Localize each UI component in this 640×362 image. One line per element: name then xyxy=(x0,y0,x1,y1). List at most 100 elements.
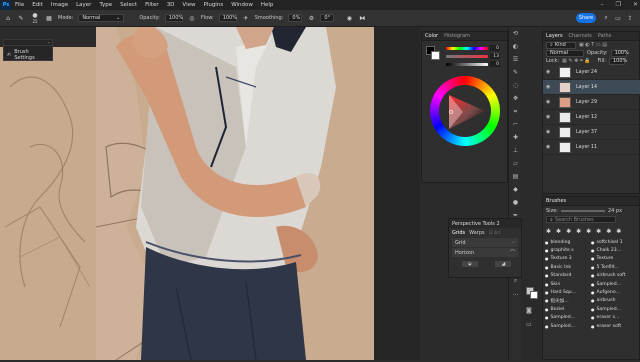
visibility-eye-icon[interactable]: ◉ xyxy=(543,99,551,105)
brush-search-input[interactable]: ⌕ Search Brushes xyxy=(546,216,616,223)
menu-layer[interactable]: Layer xyxy=(72,2,95,8)
brush-preset-item[interactable]: ● 指尖加... xyxy=(545,297,589,305)
visibility-eye-icon[interactable]: ◉ xyxy=(543,144,551,150)
recent-brush-2[interactable]: ✱ xyxy=(556,228,561,235)
pressure-opacity-icon[interactable]: ◎ xyxy=(188,14,196,22)
share-button[interactable]: Share xyxy=(576,13,596,23)
recent-brush-7[interactable]: ✱ xyxy=(606,228,611,235)
menu-filter[interactable]: Filter xyxy=(141,2,163,8)
pressure-size-icon[interactable]: ◉ xyxy=(345,14,353,22)
recent-brush-8[interactable]: ✱ xyxy=(616,228,621,235)
background-swatch[interactable] xyxy=(530,291,538,299)
color-slider-value[interactable]: 13 xyxy=(490,53,500,59)
layer-row[interactable]: ◉ Layer 11 xyxy=(543,140,640,155)
color-slider[interactable] xyxy=(446,62,488,66)
gradient-icon[interactable]: ▤ xyxy=(509,170,522,183)
layer-opacity-field[interactable]: 100% xyxy=(610,49,629,57)
menu-file[interactable]: File xyxy=(11,2,28,8)
grid-row[interactable]: Grid ◦ xyxy=(452,238,518,247)
brush-preset-item[interactable]: ● Sampled... xyxy=(545,314,589,322)
gear-icon[interactable]: ⚙ xyxy=(307,14,315,22)
blur-icon[interactable]: ◆ xyxy=(509,183,522,196)
menu-edit[interactable]: Edit xyxy=(28,2,47,8)
brush-preset-item[interactable]: ● Sampled... xyxy=(591,305,635,313)
stamp-icon[interactable]: ⊥ xyxy=(509,144,522,157)
tab-warps[interactable]: Warps xyxy=(469,230,485,236)
brush-preset-item[interactable]: ● Beziel xyxy=(545,305,589,313)
brush-preset-picker[interactable]: ● 25 xyxy=(30,12,40,24)
tab-channels[interactable]: Channels xyxy=(569,33,592,39)
brush-preset-item[interactable]: ● Skin xyxy=(545,280,589,288)
menu-type[interactable]: Type xyxy=(95,2,116,8)
recent-brush-3[interactable]: ✱ xyxy=(566,228,571,235)
recent-brush-4[interactable]: ✱ xyxy=(576,228,581,235)
screen-mode-icon[interactable]: ▭ xyxy=(526,321,532,328)
menu-window[interactable]: Window xyxy=(227,2,257,8)
brush-preset-item[interactable]: ● Aufgeno... xyxy=(591,288,635,296)
tab-histogram[interactable]: Histogram xyxy=(444,33,470,39)
tab-paths[interactable]: Paths xyxy=(598,33,612,39)
tab-color[interactable]: Color xyxy=(425,33,438,39)
brush-preset-item[interactable]: ● graphite s xyxy=(545,246,589,254)
size-slider[interactable] xyxy=(560,209,605,212)
brush-preset-item[interactable]: ● Sampled... xyxy=(545,322,589,330)
blend-mode-dropdown[interactable]: Normal xyxy=(546,49,584,57)
brush-preset-item[interactable]: ● eraser soft xyxy=(591,322,635,330)
dodge-icon[interactable]: ● xyxy=(509,196,522,209)
menu-plugins[interactable]: Plugins xyxy=(199,2,227,8)
layer-row[interactable]: ◉ Layer 37 xyxy=(543,125,640,140)
tab-layers[interactable]: Layers xyxy=(546,33,563,39)
color-slider[interactable] xyxy=(446,46,488,50)
minimize-button[interactable]: – xyxy=(601,1,604,8)
close-button[interactable]: ✕ xyxy=(633,1,638,8)
menu-help[interactable]: Help xyxy=(257,2,278,8)
move-icon[interactable]: ✥ xyxy=(509,92,522,105)
menu-3d[interactable]: 3D xyxy=(163,2,179,8)
brush-preset-item[interactable]: ● Hard Squ... xyxy=(545,288,589,296)
layer-row[interactable]: ◉ Layer 24 xyxy=(543,65,640,80)
eyedropper-icon[interactable]: ⌐ xyxy=(509,118,522,131)
brush-preset-item[interactable]: ● Sampled... xyxy=(591,280,635,288)
brush-settings-toggle-icon[interactable]: ▦ xyxy=(45,14,53,22)
layer-row[interactable]: ◉ Layer 12 xyxy=(543,110,640,125)
angle-field[interactable]: 0° xyxy=(320,14,335,22)
search-icon[interactable]: ⌕ xyxy=(602,14,610,22)
menu-image[interactable]: Image xyxy=(47,2,72,8)
brush-settings-button[interactable]: ✍ Brush Settings xyxy=(4,46,52,64)
home-icon[interactable]: ⌂ xyxy=(4,14,12,22)
brush-preset-item[interactable]: ● softchisel 1 xyxy=(591,238,635,246)
brush-preset-item[interactable]: ● Chalk 23... xyxy=(591,246,635,254)
mode-dropdown[interactable]: Normal ⌄ xyxy=(78,14,125,22)
visibility-eye-icon[interactable]: ◉ xyxy=(543,114,551,120)
brush-preset-item[interactable]: ● Texture 3 xyxy=(545,255,589,263)
brush-icon[interactable]: ✎ xyxy=(509,66,522,79)
maximize-button[interactable]: ❐ xyxy=(616,1,621,8)
lasso-icon[interactable]: ◌ xyxy=(509,79,522,92)
history-icon[interactable]: ⟲ xyxy=(509,27,522,40)
eraser-icon[interactable]: ▱ xyxy=(509,157,522,170)
document-canvas[interactable] xyxy=(96,27,374,360)
brush-preset-item[interactable]: ● eraser s... xyxy=(591,314,635,322)
fill-field[interactable]: 100% xyxy=(608,57,627,65)
recent-brush-6[interactable]: ✱ xyxy=(596,228,601,235)
visibility-eye-icon[interactable]: ◉ xyxy=(543,84,551,90)
airbrush-icon[interactable]: ✈ xyxy=(242,14,250,22)
properties-icon[interactable]: ☰ xyxy=(509,53,522,66)
recent-brush-5[interactable]: ✱ xyxy=(586,228,591,235)
color-slider-value[interactable]: 0 xyxy=(490,45,500,51)
horizon-row[interactable]: Horizon ⌒ xyxy=(452,248,518,257)
visibility-eye-icon[interactable]: ◉ xyxy=(543,69,551,75)
quick-mask-icon[interactable]: ◙ xyxy=(526,307,532,314)
filter-icons[interactable]: ▣ ◐ T ▭ ▤ xyxy=(579,42,607,48)
color-wheel[interactable] xyxy=(430,76,500,146)
layer-row[interactable]: ◉ Layer 14 xyxy=(543,80,640,95)
menu-select[interactable]: Select xyxy=(116,2,141,8)
healing-icon[interactable]: ✚ xyxy=(509,131,522,144)
saturation-triangle[interactable] xyxy=(443,89,487,133)
brush-preset-item[interactable]: ● airbrush xyxy=(591,297,635,305)
brush-preset-item[interactable]: ● Standard xyxy=(545,272,589,280)
opacity-field[interactable]: 100% xyxy=(164,14,183,22)
brush-tool-icon[interactable]: ✎ xyxy=(17,14,25,22)
lock-icons[interactable]: ▦ ✎ ✥ ⌗ 🔒 xyxy=(562,58,591,64)
brush-preset-item[interactable]: ● 5 Tonfilt... xyxy=(591,263,635,271)
